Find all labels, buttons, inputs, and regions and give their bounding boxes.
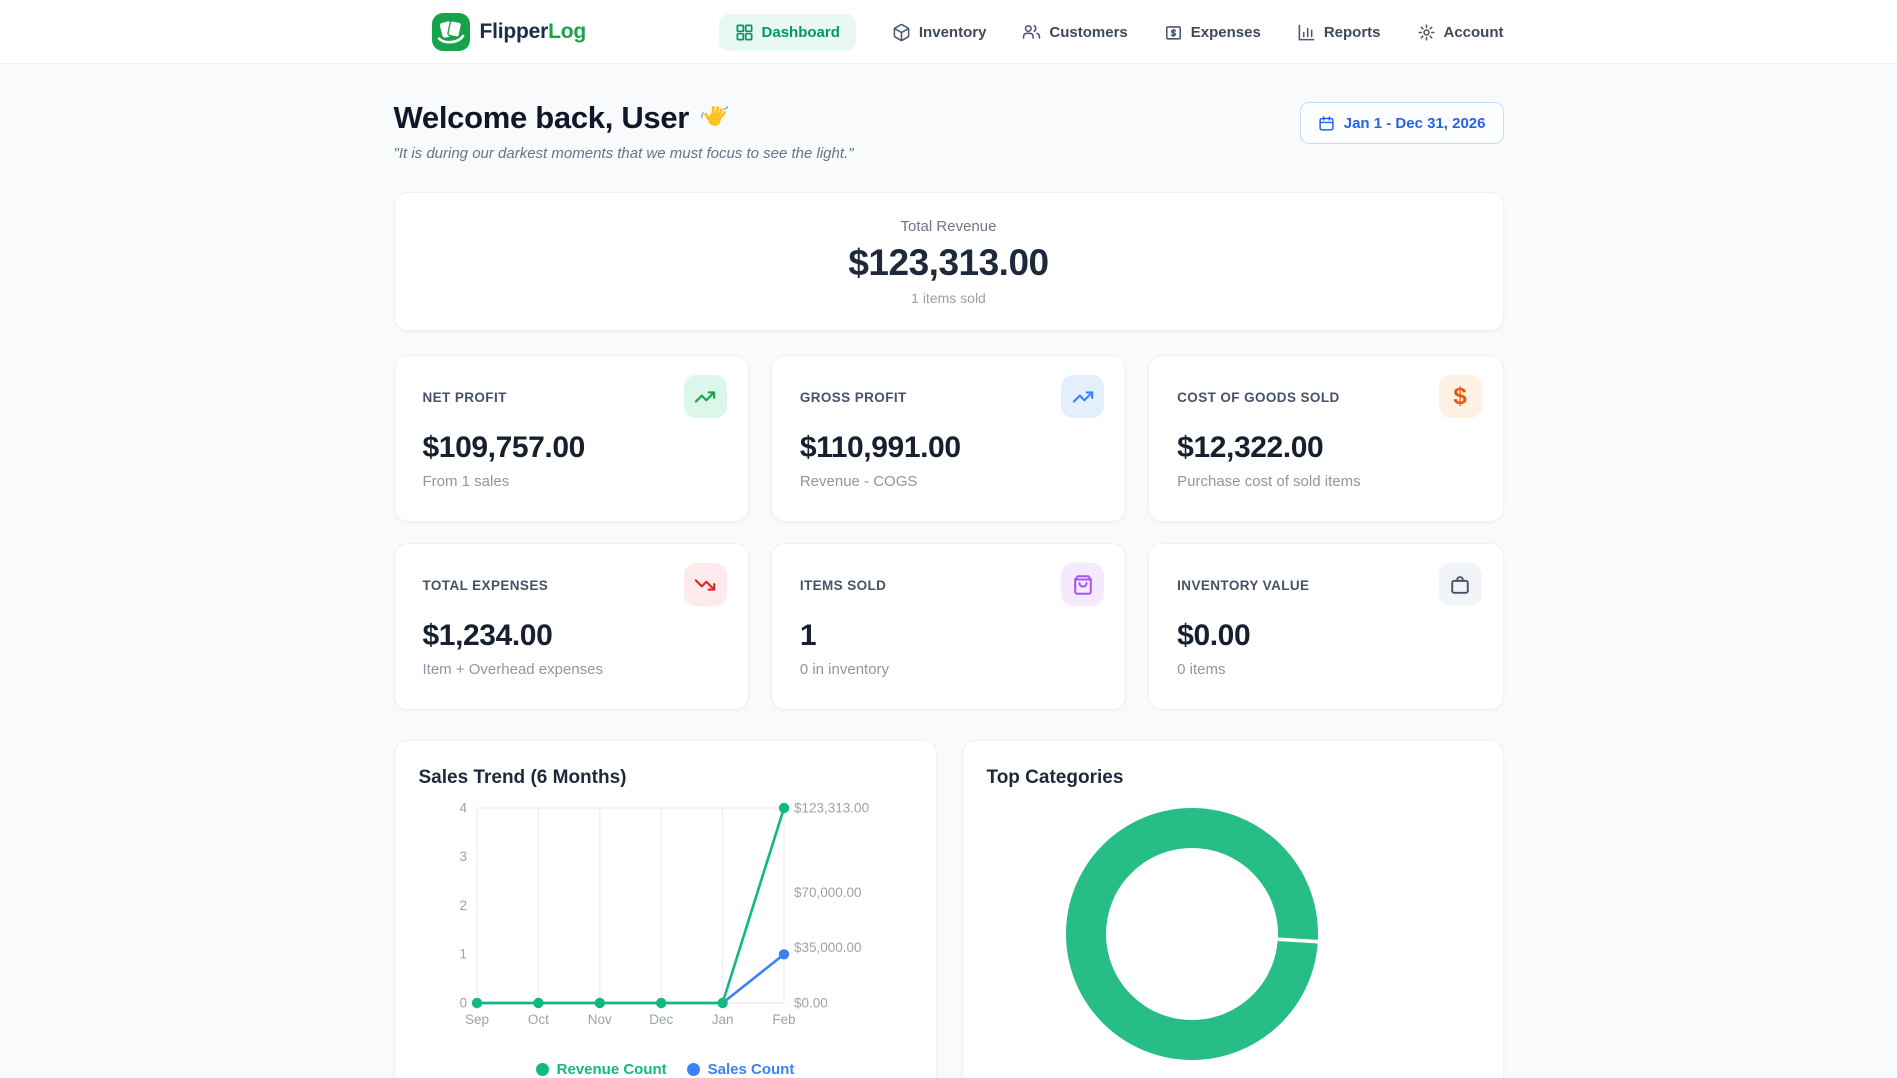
svg-text:4: 4	[459, 801, 467, 816]
cost-of-goods-sold-card: COST OF GOODS SOLD $ $12,322.00 Purchase…	[1148, 355, 1503, 522]
stat-subtext: Item + Overhead expenses	[423, 661, 724, 678]
stat-value: $1,234.00	[423, 619, 724, 653]
date-range-button[interactable]: Jan 1 - Dec 31, 2026	[1300, 102, 1504, 144]
svg-text:$35,000.00: $35,000.00	[794, 940, 862, 955]
legend-item-revenue[interactable]: Revenue Count	[536, 1061, 667, 1078]
trending-up-icon	[1061, 375, 1104, 418]
stat-label: GROSS PROFIT	[800, 390, 1101, 405]
stat-value: $109,757.00	[423, 431, 724, 465]
stat-label: TOTAL EXPENSES	[423, 578, 724, 593]
app-logo[interactable]: FlipperLog	[432, 13, 587, 51]
svg-text:2: 2	[459, 898, 467, 913]
nav-item-expenses[interactable]: Expenses	[1164, 14, 1261, 51]
welcome-header-row: Welcome back, User	[394, 100, 1504, 162]
svg-text:1: 1	[459, 947, 467, 962]
sales-trend-card: Sales Trend (6 Months) 4 3 2 1 0 $123,31…	[394, 740, 937, 1078]
nav-item-reports[interactable]: Reports	[1297, 14, 1381, 51]
charts-row: Sales Trend (6 Months) 4 3 2 1 0 $123,31…	[394, 740, 1504, 1078]
chart-legend: Revenue Count Sales Count	[395, 1061, 936, 1078]
net-profit-card: NET PROFIT $109,757.00 From 1 sales	[394, 355, 749, 522]
svg-text:3: 3	[459, 849, 467, 864]
nav-item-dashboard[interactable]: Dashboard	[719, 14, 856, 51]
nav-label: Inventory	[919, 24, 987, 41]
sales-trend-line-chart[interactable]: 4 3 2 1 0 $123,313.00 $70,000.00 $35,000…	[395, 741, 937, 1078]
stat-subtext: Revenue - COGS	[800, 473, 1101, 490]
stat-value: $0.00	[1177, 619, 1478, 653]
items-sold-card: ITEMS SOLD 1 0 in inventory	[771, 543, 1126, 710]
svg-text:$70,000.00: $70,000.00	[794, 885, 862, 900]
inventory-value-card: INVENTORY VALUE $0.00 0 items	[1148, 543, 1503, 710]
stat-value: $12,322.00	[1177, 431, 1478, 465]
stat-subtext: From 1 sales	[423, 473, 724, 490]
svg-text:Feb: Feb	[772, 1012, 795, 1027]
app-name: FlipperLog	[480, 20, 587, 44]
svg-text:$0.00: $0.00	[794, 996, 828, 1011]
svg-text:$123,313.00: $123,313.00	[794, 801, 869, 816]
date-range-label: Jan 1 - Dec 31, 2026	[1344, 115, 1486, 132]
calendar-icon	[1318, 115, 1335, 132]
daily-quote: "It is during our darkest moments that w…	[394, 145, 854, 162]
legend-label: Sales Count	[708, 1061, 795, 1078]
stat-label: ITEMS SOLD	[800, 578, 1101, 593]
svg-text:Dec: Dec	[649, 1012, 673, 1027]
stat-value: 1	[800, 619, 1101, 653]
legend-label: Revenue Count	[557, 1061, 667, 1078]
trending-down-icon	[684, 563, 727, 606]
main-nav-menu: Dashboard Inventory Cust	[719, 14, 1504, 51]
legend-dot-green	[536, 1063, 549, 1076]
top-navigation-bar: FlipperLog Dashboard	[0, 0, 1897, 64]
package-icon	[892, 23, 911, 42]
banknote-icon	[1164, 23, 1183, 42]
total-expenses-card: TOTAL EXPENSES $1,234.00 Item + Overhead…	[394, 543, 749, 710]
waving-hand-emoji	[699, 103, 729, 133]
svg-text:Sep: Sep	[464, 1012, 488, 1027]
nav-label: Dashboard	[762, 24, 840, 41]
bar-chart-icon	[1297, 23, 1316, 42]
stat-label: COST OF GOODS SOLD	[1177, 390, 1478, 405]
svg-text:0: 0	[459, 996, 467, 1011]
dollar-sign-icon: $	[1439, 375, 1482, 418]
stat-subtext: 0 in inventory	[800, 661, 1101, 678]
shopping-bag-icon	[1061, 563, 1104, 606]
users-icon	[1022, 23, 1041, 42]
total-revenue-subtext: 1 items sold	[911, 290, 986, 306]
stat-value: $110,991.00	[800, 431, 1101, 465]
stat-cards-grid: NET PROFIT $109,757.00 From 1 sales GROS…	[394, 355, 1504, 710]
stat-label: INVENTORY VALUE	[1177, 578, 1478, 593]
gear-icon	[1417, 23, 1436, 42]
total-revenue-label: Total Revenue	[901, 218, 997, 235]
nav-label: Account	[1444, 24, 1504, 41]
legend-dot-blue	[687, 1063, 700, 1076]
nav-item-customers[interactable]: Customers	[1022, 14, 1127, 51]
nav-label: Customers	[1049, 24, 1127, 41]
page-title: Welcome back, User	[394, 100, 854, 136]
nav-label: Reports	[1324, 24, 1381, 41]
svg-text:Nov: Nov	[587, 1012, 611, 1027]
total-revenue-card: Total Revenue $123,313.00 1 items sold	[394, 192, 1504, 331]
legend-item-sales[interactable]: Sales Count	[687, 1061, 795, 1078]
dashboard-grid-icon	[735, 23, 754, 42]
sales-trend-title: Sales Trend (6 Months)	[419, 767, 627, 789]
svg-text:Jan: Jan	[711, 1012, 733, 1027]
briefcase-box-icon	[1439, 563, 1482, 606]
dashboard-main: Welcome back, User	[394, 100, 1504, 1078]
nav-label: Expenses	[1191, 24, 1261, 41]
trending-up-icon	[684, 375, 727, 418]
stat-subtext: Purchase cost of sold items	[1177, 473, 1478, 490]
top-categories-title: Top Categories	[987, 767, 1124, 789]
svg-text:Oct: Oct	[527, 1012, 548, 1027]
stat-label: NET PROFIT	[423, 390, 724, 405]
gross-profit-card: GROSS PROFIT $110,991.00 Revenue - COGS	[771, 355, 1126, 522]
stat-subtext: 0 items	[1177, 661, 1478, 678]
nav-item-account[interactable]: Account	[1417, 14, 1504, 51]
top-categories-donut-chart[interactable]	[963, 741, 1504, 1078]
total-revenue-value: $123,313.00	[848, 242, 1048, 284]
flipperlog-logo-icon	[432, 13, 470, 51]
top-categories-card: Top Categories	[962, 740, 1504, 1078]
nav-item-inventory[interactable]: Inventory	[892, 14, 987, 51]
